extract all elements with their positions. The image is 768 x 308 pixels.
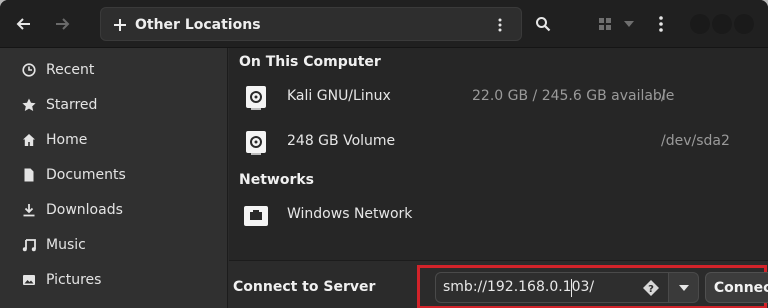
vertical-dots-icon <box>498 18 502 32</box>
sidebar-item-label: Pictures <box>46 271 102 288</box>
arrow-right-icon <box>56 18 70 30</box>
sidebar-item-downloads[interactable]: Downloads <box>0 192 228 227</box>
path-bar: Other Locations <box>100 7 522 41</box>
help-icon[interactable]: ? <box>642 279 660 297</box>
vertical-dots-icon <box>659 16 663 32</box>
arrow-left-icon <box>16 18 30 30</box>
device-row-kali[interactable]: Kali GNU/Linux 22.0 GB / 245.6 GB availa… <box>229 76 768 120</box>
music-icon <box>22 238 36 252</box>
view-options-button[interactable] <box>586 8 646 40</box>
device-name: 248 GB Volume <box>287 133 396 149</box>
section-heading-networks: Networks <box>239 172 315 188</box>
sidebar-item-recent[interactable]: Recent <box>0 52 228 87</box>
home-icon <box>22 133 36 147</box>
file-manager-window: Other Locations Recent Starred Home Docu… <box>0 0 768 308</box>
device-path: / <box>661 88 666 104</box>
sidebar-item-label: Downloads <box>46 201 123 218</box>
sidebar-item-label: Music <box>46 236 86 253</box>
section-heading-on-this-computer: On This Computer <box>239 54 381 70</box>
recent-servers-dropdown[interactable] <box>669 272 699 303</box>
device-row-248gb[interactable]: 248 GB Volume /dev/sda2 <box>229 121 768 165</box>
connect-to-server-bar: Connect to Server smb://192.168.0.103/ ?… <box>229 260 768 308</box>
maximize-button[interactable] <box>712 14 732 34</box>
clock-icon <box>22 62 36 77</box>
header-bar: Other Locations <box>0 0 768 48</box>
sidebar-item-documents[interactable]: Documents <box>0 157 228 192</box>
sidebar: Recent Starred Home Documents Downloads … <box>0 48 228 308</box>
minimize-button[interactable] <box>690 14 710 34</box>
search-icon <box>536 17 551 32</box>
drive-icon <box>246 131 266 155</box>
sidebar-item-label: Recent <box>46 61 95 78</box>
drive-icon <box>246 86 266 110</box>
picture-icon <box>22 273 36 287</box>
connect-button[interactable]: Connect <box>705 272 768 303</box>
sidebar-item-pictures[interactable]: Pictures <box>0 262 228 297</box>
device-capacity: 22.0 GB / 245.6 GB available <box>472 88 675 104</box>
location-title: Other Locations <box>135 17 261 33</box>
svg-text:?: ? <box>648 284 654 295</box>
sidebar-item-home[interactable]: Home <box>0 122 228 157</box>
download-icon <box>22 203 36 217</box>
plus-icon <box>114 19 126 31</box>
grid-view-icon <box>599 18 611 30</box>
chevron-down-icon <box>678 284 689 291</box>
other-locations-view: On This Computer Kali GNU/Linux 22.0 GB … <box>229 48 768 260</box>
close-button[interactable] <box>734 14 754 34</box>
sidebar-item-label: Home <box>46 131 88 148</box>
network-row-windows[interactable]: Windows Network <box>229 194 768 238</box>
search-button[interactable] <box>526 8 560 40</box>
path-segment-other-locations[interactable]: Other Locations <box>107 12 267 38</box>
forward-button[interactable] <box>44 8 80 40</box>
network-name: Windows Network <box>287 206 413 222</box>
sidebar-item-starred[interactable]: Starred <box>0 87 228 122</box>
sidebar-item-label: Starred <box>46 96 98 113</box>
text-caret <box>571 279 572 297</box>
server-address-input[interactable]: smb://192.168.0.103/ ? <box>435 272 669 303</box>
device-name: Kali GNU/Linux <box>287 88 391 104</box>
sidebar-item-music[interactable]: Music <box>0 227 228 262</box>
sidebar-item-label: Documents <box>46 166 126 183</box>
star-icon <box>22 98 36 112</box>
device-path: /dev/sda2 <box>661 133 730 149</box>
network-icon <box>244 206 268 226</box>
connect-to-server-label: Connect to Server <box>233 279 376 295</box>
document-icon <box>22 168 36 182</box>
back-button[interactable] <box>6 8 42 40</box>
path-menu-button[interactable] <box>487 12 513 38</box>
chevron-down-icon <box>624 21 634 27</box>
main-menu-button[interactable] <box>646 8 676 40</box>
